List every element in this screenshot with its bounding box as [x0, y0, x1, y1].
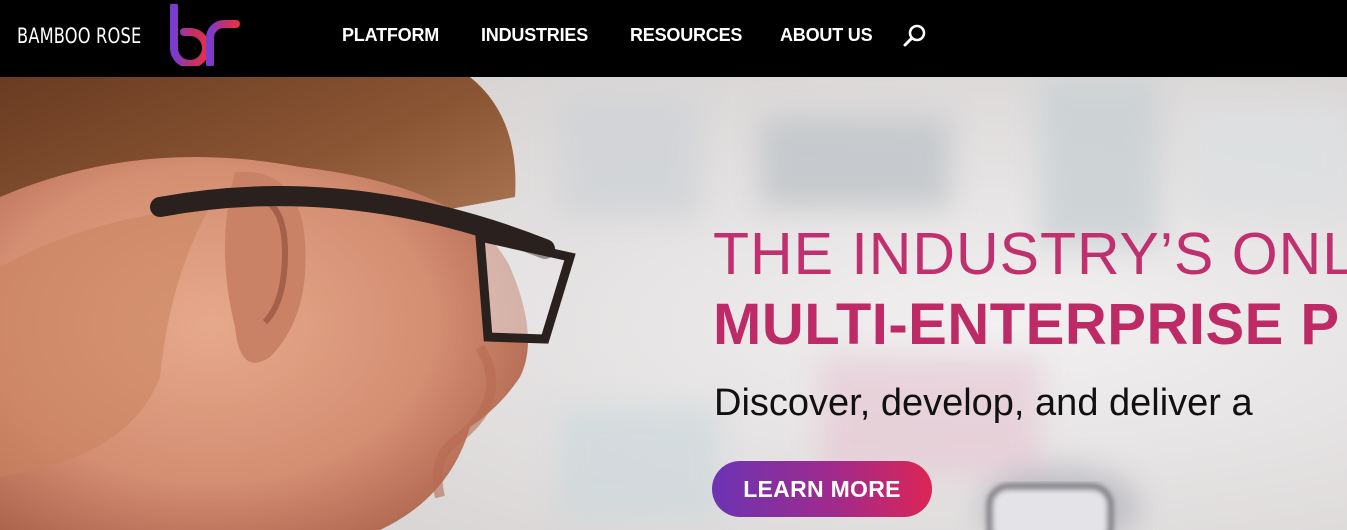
search-button[interactable] [901, 22, 929, 50]
brand-name[interactable]: BAMBOO ROSE [17, 24, 141, 48]
hero-banner: THE INDUSTRY’S ONLY MULTI-ENTERPRISE P D… [0, 77, 1347, 530]
nav-item-resources[interactable]: RESOURCES [630, 25, 742, 46]
br-monogram-logo[interactable] [166, 4, 242, 66]
learn-more-button[interactable]: LEARN MORE [712, 461, 932, 517]
search-icon [903, 24, 926, 47]
hero-headline-line2: MULTI-ENTERPRISE P [713, 292, 1340, 357]
nav-item-platform[interactable]: PLATFORM [342, 25, 439, 46]
hero-headline-line1: THE INDUSTRY’S ONLY [713, 221, 1347, 287]
top-navigation-bar: BAMBOO ROSE PLATFORM INDUSTRIES RESOURCE… [0, 0, 1347, 77]
nav-item-industries[interactable]: INDUSTRIES [481, 25, 588, 46]
hero-tagline: Discover, develop, and deliver a [714, 382, 1253, 424]
nav-item-about-us[interactable]: ABOUT US [780, 25, 873, 46]
